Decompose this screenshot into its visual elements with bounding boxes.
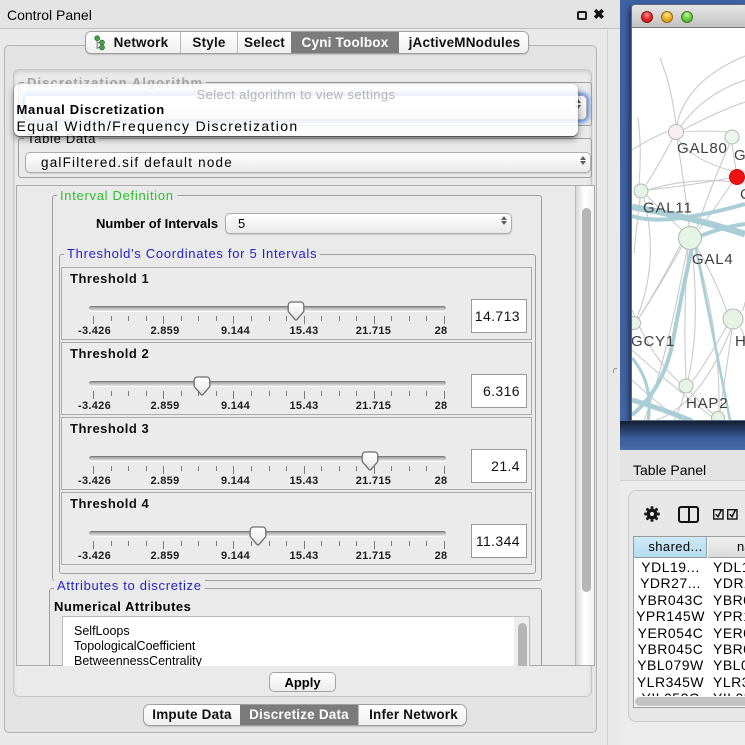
svg-text:H: H <box>735 333 745 350</box>
svg-text:GCY1: GCY1 <box>632 333 675 350</box>
svg-text:GAL4: GAL4 <box>692 251 734 268</box>
svg-text:GAL11: GAL11 <box>643 200 693 217</box>
svg-text:C: C <box>740 186 745 203</box>
svg-text:HAP2: HAP2 <box>686 395 728 412</box>
svg-text:G.: G. <box>734 147 745 164</box>
svg-text:GAL80: GAL80 <box>677 140 728 157</box>
